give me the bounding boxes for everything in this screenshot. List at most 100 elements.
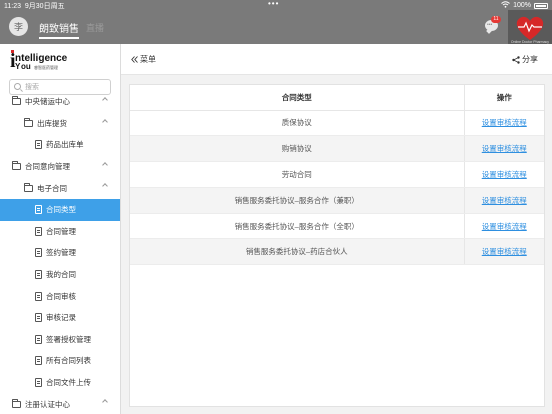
company-logo: i ntelligence Y ou 睿智医药管理 [10,50,68,72]
sidebar-item-label: 出库提货 [37,118,67,128]
document-icon [35,356,42,366]
document-icon [35,205,42,215]
folder-icon [12,398,21,408]
sidebar-item[interactable]: 合同管理 [0,221,120,243]
logo-subtitle: 睿智医药管理 [34,64,58,70]
sidebar-item[interactable]: 注册认证中心 [0,393,120,414]
wifi-icon [501,1,510,10]
sidebar-item[interactable]: 所有合同列表 [0,350,120,372]
sidebar-item-label: 审核记录 [46,313,76,323]
search-icon [14,83,21,90]
sidebar-item[interactable]: 合同文件上传 [0,372,120,394]
column-header-type: 合同类型 [130,85,464,111]
sidebar-item[interactable]: 药品出库单 [0,134,120,156]
share-button[interactable]: 分享 [512,54,538,65]
folder-icon [12,161,21,171]
action-cell: 设置审核流程 [463,213,544,240]
table-row: 销售服务委托协议–药店合伙人 设置审核流程 [130,238,544,266]
table-row: 销售服务委托协议–服务合作（兼职） 设置审核流程 [130,187,544,214]
table-row: 销售服务委托协议–服务合作（全职） 设置审核流程 [130,213,544,240]
multitask-dots[interactable]: ••• [268,0,279,8]
sidebar-item-label: 所有合同列表 [46,356,91,366]
menu-toggle-label: 菜单 [140,55,156,64]
sidebar-item-label: 合同文件上传 [46,378,91,388]
column-header-action: 操作 [463,85,544,111]
document-icon [35,291,42,301]
action-cell: 设置审核流程 [463,161,544,188]
chevron-up-icon[interactable] [102,97,108,103]
sidebar-item-label: 合同审核 [46,291,76,301]
user-avatar[interactable]: 李 [9,17,28,36]
set-approval-flow-link[interactable]: 设置审核流程 [482,144,527,153]
tab-live[interactable]: 直播 [86,21,104,34]
double-chevron-left-icon [131,56,138,63]
sidebar-item-label: 合同管理 [46,226,76,236]
contract-type-cell: 销售服务委托协议–服务合作（全职） [130,213,464,240]
set-approval-flow-link[interactable]: 设置审核流程 [482,222,527,231]
set-approval-flow-link[interactable]: 设置审核流程 [482,247,527,256]
chevron-up-icon[interactable] [102,161,108,168]
sidebar-item-label: 签约管理 [46,248,76,258]
sidebar-item-label: 注册认证中心 [25,399,70,409]
contract-type-cell: 销售服务委托协议–药店合伙人 [130,238,464,266]
menu-toggle-button[interactable]: 菜单 [131,54,156,65]
document-icon [35,248,42,258]
share-icon [512,55,520,64]
set-approval-flow-link[interactable]: 设置审核流程 [482,118,527,127]
sidebar-item[interactable]: 我的合同 [0,264,120,286]
sidebar-divider [120,44,121,414]
sidebar-item[interactable]: 审核记录 [0,307,120,329]
sidebar-item-label: 药品出库单 [46,140,84,150]
document-icon [35,313,42,323]
tab-sales[interactable]: 朗致销售 [39,20,79,39]
set-approval-flow-link[interactable]: 设置审核流程 [482,170,527,179]
table-row: 质保协议 设置审核流程 [130,110,544,137]
sidebar-item[interactable]: 合同意向管理 [0,156,120,178]
sidebar-item[interactable]: 电子合同 [0,177,120,199]
document-icon [35,226,42,236]
sidebar-item-label: 签署授权管理 [46,334,91,344]
table-header-row: 合同类型 操作 [130,85,544,111]
sidebar: i ntelligence Y ou 睿智医药管理 搜索 中央储运中心 出库提货药… [0,44,120,414]
status-bar: 11:23 9月30日周五 ••• 100% [0,0,552,10]
content-header: 菜单 分享 [121,44,552,75]
sidebar-item[interactable]: 合同类型 [0,198,120,221]
contract-type-cell: 质保协议 [130,110,464,137]
sidebar-item-label: 合同类型 [46,205,76,215]
sidebar-item[interactable]: 合同审核 [0,285,120,307]
sidebar-item-label: 合同意向管理 [25,162,70,172]
action-cell: 设置审核流程 [463,135,544,163]
folder-icon [24,182,33,192]
chevron-up-icon[interactable] [102,183,108,190]
share-label: 分享 [522,55,538,64]
document-icon [35,140,42,150]
logo-text-bottom: ou [21,62,31,71]
contract-type-cell: 购销协议 [130,135,464,163]
table-row: 劳动合同 设置审核流程 [130,161,544,188]
document-icon [35,270,42,280]
sidebar-item-label: 电子合同 [37,183,67,193]
chevron-up-icon[interactable] [102,399,108,406]
action-cell: 设置审核流程 [463,238,544,266]
sidebar-item[interactable]: 出库提货 [0,113,120,135]
status-time: 11:23 9月30日周五 [4,3,65,10]
document-icon [35,378,42,388]
battery-percent: 100% [513,2,531,9]
action-cell: 设置审核流程 [463,110,544,137]
folder-icon [24,117,33,127]
notification-badge: 11 [491,16,501,23]
sidebar-item[interactable]: 签署授权管理 [0,329,120,351]
brand-heart-image: Online Doctor Pharmacy [508,10,552,44]
sidebar-item[interactable]: 中央储运中心 [0,91,120,113]
sidebar-item[interactable]: 签约管理 [0,242,120,264]
contract-type-cell: 劳动合同 [130,161,464,188]
menu-tree: 中央储运中心出库提货药品出库单合同意向管理电子合同合同类型合同管理签约管理我的合… [0,91,120,414]
sidebar-item-label: 我的合同 [46,270,76,280]
contract-type-cell: 销售服务委托协议–服务合作（兼职） [130,187,464,214]
contract-type-panel: 合同类型 操作 质保协议 设置审核流程 购销协议 设置审核流程 劳动合同 设置审核流程 销售… [129,84,545,407]
document-icon [35,334,42,344]
chevron-up-icon[interactable] [102,118,108,125]
sidebar-item-label: 中央储运中心 [25,97,70,107]
folder-icon [12,96,21,106]
set-approval-flow-link[interactable]: 设置审核流程 [482,196,527,205]
